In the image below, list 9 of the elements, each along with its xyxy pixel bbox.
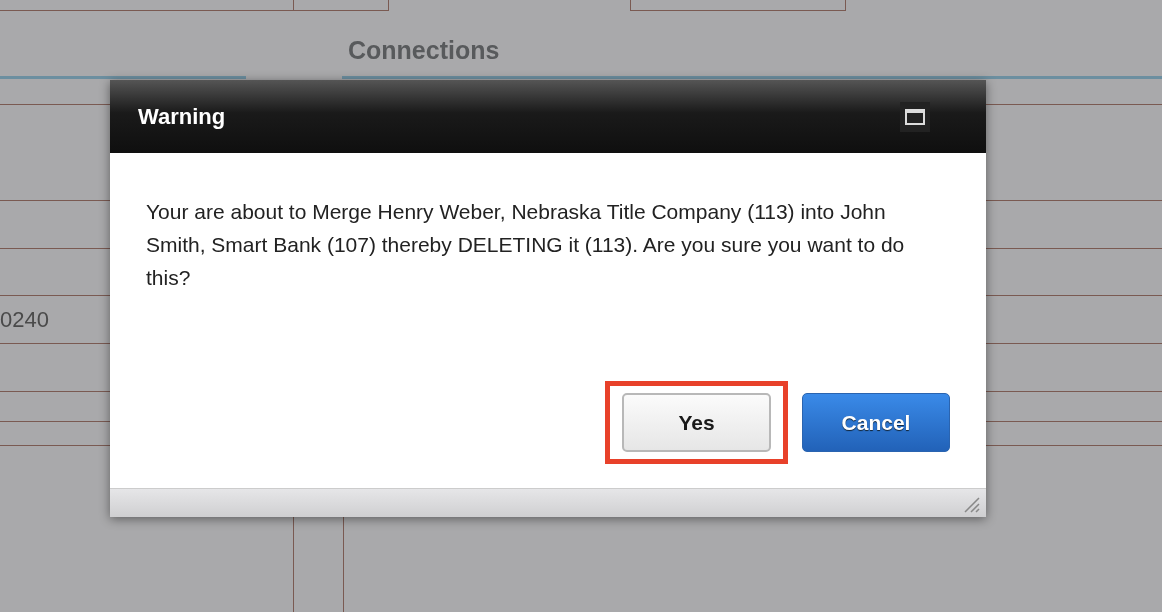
confirm-button[interactable]: Yes	[622, 393, 771, 452]
table-cell-text: 0240	[0, 306, 49, 334]
section-heading: Connections	[348, 35, 500, 66]
dialog-title: Warning	[138, 103, 226, 131]
warning-message: Your are about to Merge Henry Weber, Nebraska Title Company (113) into John Smith, Smart Bank (107) thereby DELETING it (113). Are you sure you want to do this?	[146, 199, 906, 291]
cancel-button[interactable]: Cancel	[802, 393, 950, 452]
resize-grip-icon	[962, 495, 980, 513]
maximize-icon	[905, 108, 925, 125]
maximize-button[interactable]	[900, 101, 930, 132]
